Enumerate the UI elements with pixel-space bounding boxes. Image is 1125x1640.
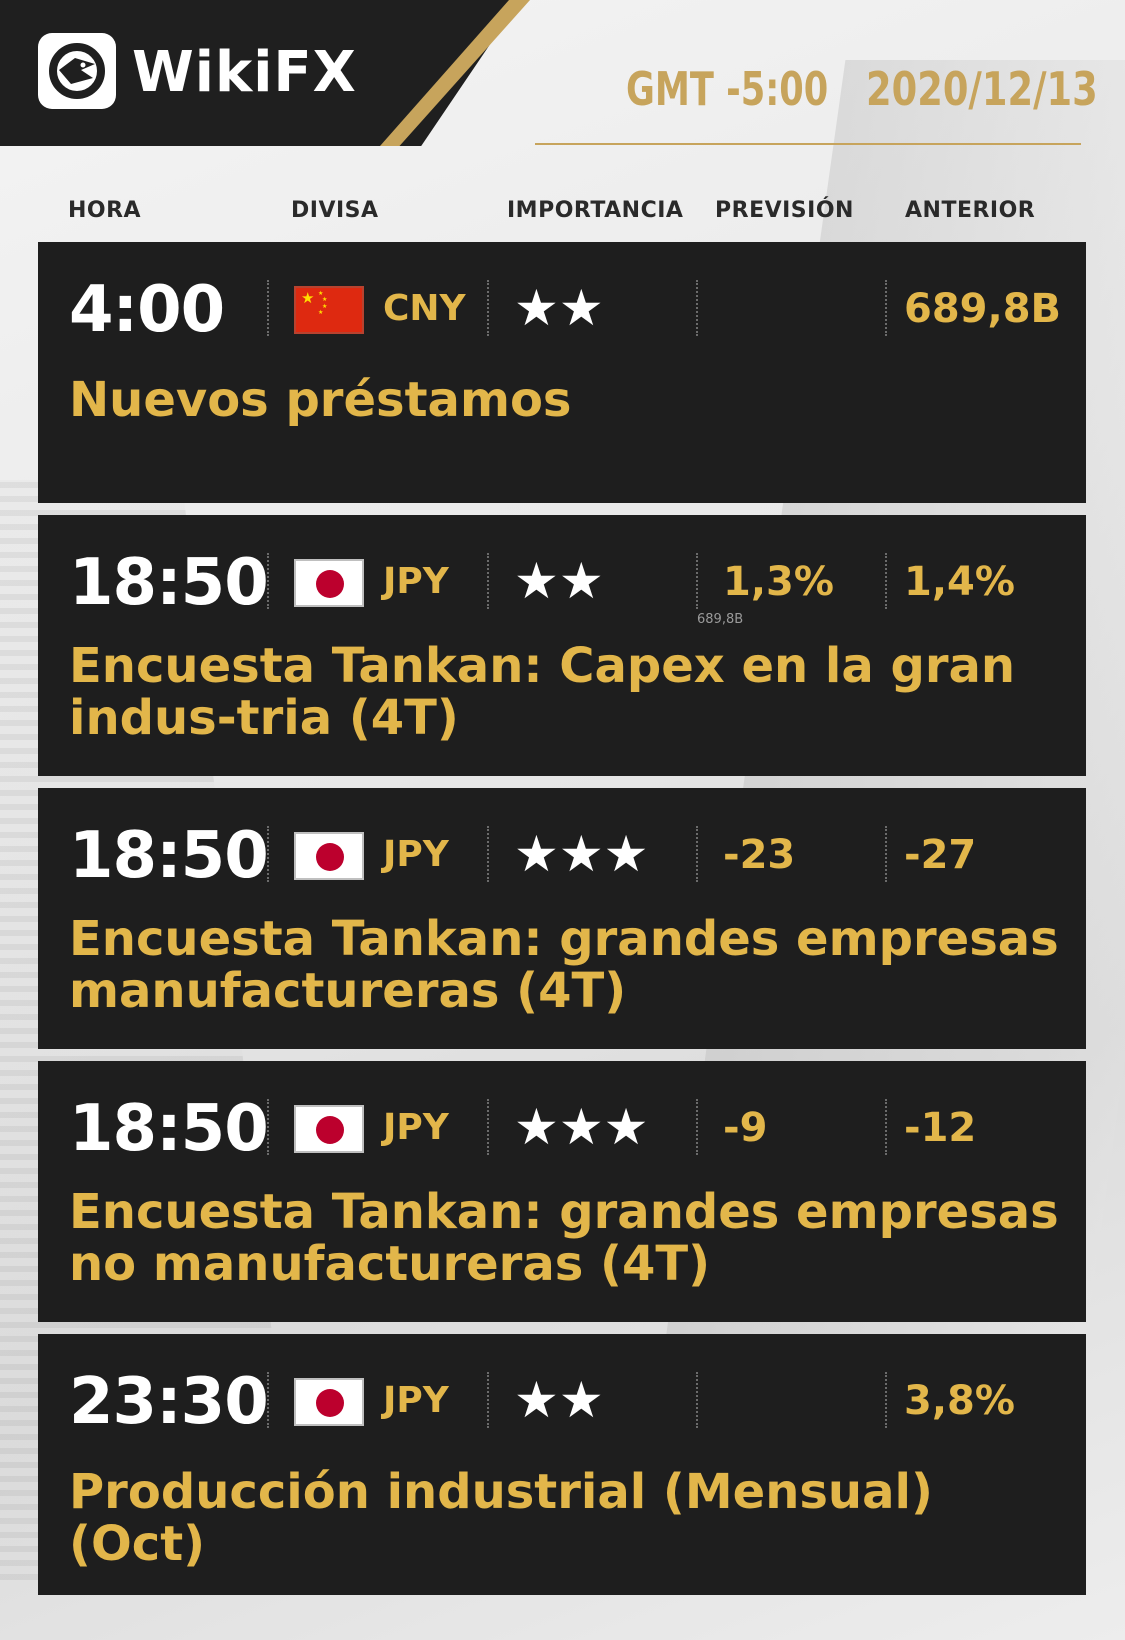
importance-stars-icon: ★★★	[514, 1098, 649, 1156]
event-name: Encuesta Tankan: Capex en la gran indus-…	[69, 638, 1016, 746]
divider	[487, 826, 489, 882]
header: WikiFX GMT -5:00 2020/12/13	[0, 0, 1125, 150]
event-time: 18:50	[69, 1092, 269, 1166]
event-time: 18:50	[69, 819, 269, 893]
event-previous: 3,8%	[904, 1378, 1015, 1424]
event-row: 18:50 JPY ★★ 1,3% 689,8B 1,4% Encuesta T…	[38, 515, 1086, 776]
event-previous: -12	[904, 1105, 977, 1151]
event-time: 23:30	[69, 1365, 269, 1439]
column-header-prevision: PREVISIÓN	[715, 198, 854, 223]
event-row: 23:30 JPY ★★ 3,8% Producción industrial …	[38, 1334, 1086, 1595]
divider	[487, 1099, 489, 1155]
event-row: 4:00 ★ ★ ★ ★ ★ CNY ★★ 689,8B Nuevos prés…	[38, 242, 1086, 503]
event-currency: JPY	[383, 561, 449, 602]
divider	[487, 280, 489, 336]
event-currency: JPY	[383, 834, 449, 875]
divider	[696, 1372, 698, 1428]
eagle-logo-icon	[38, 33, 116, 109]
event-name: Encuesta Tankan: grandes empresas manufa…	[69, 911, 1059, 1019]
divider	[487, 553, 489, 609]
header-divider	[535, 143, 1081, 145]
divider	[885, 280, 887, 336]
events-list: 4:00 ★ ★ ★ ★ ★ CNY ★★ 689,8B Nuevos prés…	[38, 242, 1086, 1607]
event-previous: 1,4%	[904, 559, 1015, 605]
stray-label: 689,8B	[697, 612, 744, 627]
divider	[267, 553, 269, 609]
event-forecast: 1,3%	[723, 559, 834, 605]
event-time: 18:50	[69, 546, 269, 620]
brand-name: WikiFX	[132, 40, 357, 105]
timezone-label: GMT -5:00	[626, 62, 829, 116]
divider	[487, 1372, 489, 1428]
japan-flag-icon	[294, 1378, 364, 1426]
divider	[267, 1372, 269, 1428]
column-header-hora: HORA	[68, 198, 142, 223]
column-header-importancia: IMPORTANCIA	[507, 198, 684, 223]
divider	[267, 826, 269, 882]
event-name: Producción industrial (Mensual) (Oct)	[69, 1464, 933, 1572]
japan-flag-icon	[294, 559, 364, 607]
divider	[696, 1099, 698, 1155]
event-currency: JPY	[383, 1107, 449, 1148]
divider	[696, 280, 698, 336]
column-header-divisa: DIVISA	[291, 198, 379, 223]
date-label: 2020/12/13	[866, 62, 1098, 116]
japan-flag-icon	[294, 1105, 364, 1153]
event-name: Encuesta Tankan: grandes empresas no man…	[69, 1184, 1059, 1292]
divider	[885, 553, 887, 609]
event-forecast: -23	[723, 832, 796, 878]
divider	[267, 1099, 269, 1155]
column-header-anterior: ANTERIOR	[905, 198, 1036, 223]
japan-flag-icon	[294, 832, 364, 880]
importance-stars-icon: ★★	[514, 279, 604, 337]
event-row: 18:50 JPY ★★★ -23 -27 Encuesta Tankan: g…	[38, 788, 1086, 1049]
divider	[885, 826, 887, 882]
event-previous: -27	[904, 832, 977, 878]
event-name: Nuevos préstamos	[69, 372, 572, 428]
divider	[696, 826, 698, 882]
event-forecast: -9	[723, 1105, 768, 1151]
event-previous: 689,8B	[904, 286, 1062, 332]
event-currency: CNY	[383, 288, 466, 329]
event-time: 4:00	[69, 273, 225, 347]
event-currency: JPY	[383, 1380, 449, 1421]
china-flag-icon: ★ ★ ★ ★ ★	[294, 286, 364, 334]
importance-stars-icon: ★★★	[514, 825, 649, 883]
event-row: 18:50 JPY ★★★ -9 -12 Encuesta Tankan: gr…	[38, 1061, 1086, 1322]
divider	[885, 1372, 887, 1428]
importance-stars-icon: ★★	[514, 552, 604, 610]
divider	[885, 1099, 887, 1155]
divider	[696, 553, 698, 609]
divider	[267, 280, 269, 336]
importance-stars-icon: ★★	[514, 1371, 604, 1429]
